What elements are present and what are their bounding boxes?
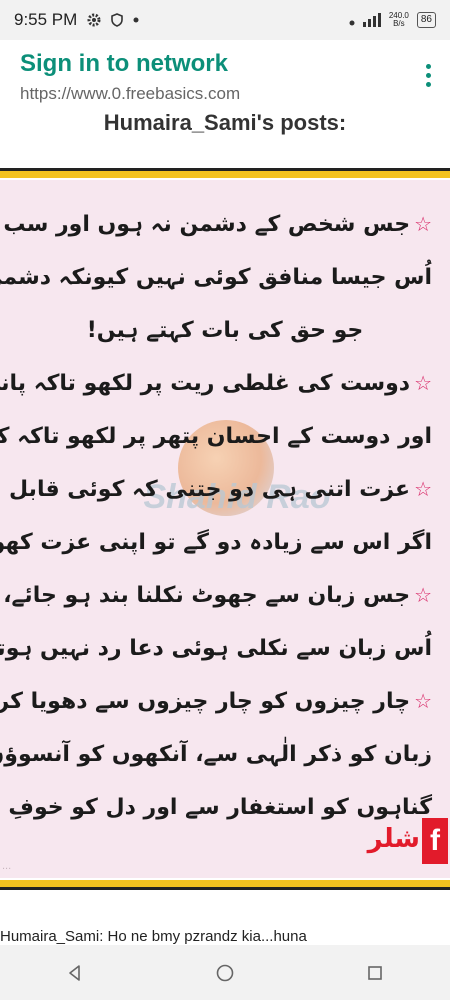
header-url[interactable]: https://www.0.freebasics.com (20, 84, 430, 104)
quote-line-text: اگر اس سے زیادہ دو گے تو اپنی عزت کھو دو… (0, 530, 432, 555)
star-icon: ☆ (414, 371, 432, 395)
battery-icon: 86 (416, 12, 436, 28)
quote-line: اور دوست کے احسان پتھر پر لکھو تاکہ کوئی… (0, 410, 432, 463)
quote-line-text: اور دوست کے احسان پتھر پر لکھو تاکہ کوئی… (0, 424, 432, 449)
image-top-band (0, 168, 450, 180)
quote-line-text: جس زبان سے جھوٹ نکلنا بند ہو جائے، (3, 583, 411, 608)
quote-line: اُس زبان سے نکلی ہوئی دعا رد نہیں ہوتی (0, 622, 432, 675)
quote-line: ☆جس شخص کے دشمن نہ ہوں اور سب دوست ہوں (0, 198, 432, 251)
quote-line: ☆دوست کی غلطی ریت پر لکھو تاکہ پانی اسے … (0, 357, 432, 410)
post-image[interactable]: Shahid Rao ☆جس شخص کے دشمن نہ ہوں اور سب… (0, 168, 450, 890)
back-icon (69, 964, 80, 981)
back-button[interactable] (55, 953, 95, 993)
quote-line-text: زبان کو ذکر الٰہی سے، آنکھوں کو آنسوؤں س… (0, 742, 432, 767)
home-icon (216, 964, 234, 981)
home-button[interactable] (205, 953, 245, 993)
gear-icon (87, 13, 101, 27)
app-header: Sign in to network https://www.0.freebas… (0, 40, 450, 112)
status-bar: 9:55 PM 240.0 B/s 86 (0, 0, 450, 40)
quote-line-text: جو حق کی بات کہتے ہیں! (86, 318, 364, 343)
quote-line: اُس جیسا منافق کوئی نہیں کیونکہ دشمن اُس… (0, 251, 432, 304)
star-icon: ☆ (414, 583, 432, 607)
navigation-bar (0, 945, 450, 1000)
star-icon: ☆ (414, 689, 432, 713)
image-bottom-band (0, 878, 450, 890)
status-time: 9:55 PM (14, 10, 78, 29)
quote-lines: ☆جس شخص کے دشمن نہ ہوں اور سب دوست ہوںاُ… (0, 198, 450, 834)
shield-icon (111, 13, 124, 27)
quote-line-text: دوست کی غلطی ریت پر لکھو تاکہ پانی اسے م… (0, 371, 411, 396)
corner-logo-script: شلر (367, 824, 420, 854)
corner-logo-letter: f (422, 818, 448, 864)
quote-line: ☆جس زبان سے جھوٹ نکلنا بند ہو جائے، (3, 569, 432, 622)
quote-line-text: اُس جیسا منافق کوئی نہیں کیونکہ دشمن اُس… (0, 265, 432, 290)
quote-line: جو حق کی بات کہتے ہیں! (18, 304, 432, 357)
corner-logo: شلر f (368, 818, 450, 868)
quote-line-text: اُس زبان سے نکلی ہوئی دعا رد نہیں ہوتی (0, 636, 432, 661)
recents-button[interactable] (355, 953, 395, 993)
network-speed: 240.0 B/s (389, 12, 409, 28)
quote-line: اگر اس سے زیادہ دو گے تو اپنی عزت کھو دو… (0, 516, 432, 569)
star-icon: ☆ (414, 477, 432, 501)
overflow-menu-icon[interactable] (426, 64, 432, 87)
dot-icon (349, 11, 355, 30)
signal-icon (362, 13, 381, 27)
corner-left-text: ... (2, 860, 12, 872)
quote-line: ☆چار چیزوں کو چار چیزوں سے دھویا کرو۔ (0, 675, 432, 728)
star-icon: ☆ (414, 212, 432, 236)
quote-line-text: عزت اتنی ہی دو جتنی کہ کوئی قابل ہو۔ (0, 477, 411, 502)
dot-icon (133, 17, 139, 23)
posts-title: Humaira_Sami's posts: (103, 110, 347, 135)
recents-icon (368, 965, 382, 980)
quote-line-text: چار چیزوں کو چار چیزوں سے دھویا کرو۔ (0, 689, 411, 714)
quote-line-text: جس شخص کے دشمن نہ ہوں اور سب دوست ہوں (0, 212, 411, 237)
quote-line-text: گناہوں کو استغفار سے اور دل کو خوفِ خدا … (0, 795, 432, 820)
quote-line: ☆عزت اتنی ہی دو جتنی کہ کوئی قابل ہو۔ (0, 463, 432, 516)
speed-unit: B/s (393, 19, 405, 28)
battery-level: 86 (420, 14, 432, 25)
header-title: Sign in to network (20, 50, 228, 77)
quote-line: زبان کو ذکر الٰہی سے، آنکھوں کو آنسوؤں س… (0, 728, 432, 781)
